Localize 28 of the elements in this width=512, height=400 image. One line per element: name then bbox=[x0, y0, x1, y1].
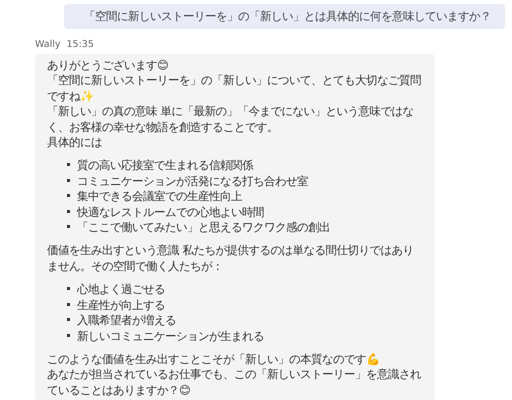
bullet-icon bbox=[67, 318, 70, 322]
bullet-icon bbox=[67, 163, 70, 166]
sender-name: Wally bbox=[35, 39, 61, 51]
list-item: 快適なレストルームでの心地よい時間 bbox=[77, 204, 264, 220]
bullet-icon bbox=[67, 210, 70, 213]
message-text: 「空間に新しいストーリーを」の「新しい」について、とても大切なご質問ですね✨ bbox=[47, 73, 421, 104]
list-item: 入職希望者が増える bbox=[77, 313, 176, 328]
list-item: 集中できる会議室での生産性向上 bbox=[77, 189, 242, 205]
user-message: 「空間に新しいストーリーを」の「新しい」とは具体的に何を意味していますか？ bbox=[64, 4, 505, 29]
list-item: 「ここで働いてみたい」と思えるワクワク感の創出 bbox=[77, 220, 330, 236]
message-text: このような価値を生み出すことこそが「新しい」の本質なのです💪 bbox=[47, 352, 381, 368]
bullet-icon bbox=[67, 334, 70, 336]
list-item: 生産性が向上する bbox=[77, 298, 165, 314]
bullet-icon bbox=[67, 225, 70, 228]
list-item: コミュニケーションが活発になる打ち合わせ室 bbox=[77, 174, 308, 190]
list-item: 質の高い応接室で生まれる信頼関係 bbox=[77, 158, 253, 174]
bullet-icon bbox=[67, 302, 70, 306]
list-item: 新しいコミュニケーションが生まれる bbox=[77, 328, 264, 344]
list-item: 心地よく過ごせる bbox=[77, 282, 165, 298]
message-time: 15:35 bbox=[66, 39, 94, 51]
message-text: ありがとうございます😊 bbox=[47, 58, 170, 74]
message-text: 「新しい」の真の意味 単に「最新の」「今までにない」という意味ではなく、お客様の幸せな物語を創造することです。 bbox=[47, 104, 415, 136]
bullet-icon bbox=[67, 287, 70, 290]
message-text: あなたが担当されているお仕事でも、この「新しいストーリー」を意識されていることはありますか？😊 bbox=[47, 367, 421, 398]
bullet-icon bbox=[67, 194, 70, 198]
message-text: 具体的には bbox=[47, 135, 103, 150]
message-text: 価値を生み出すという意識 私たちが提供するのは単なる間仕切りではありません。その空間で働く人たちが： bbox=[47, 243, 415, 274]
bullet-icon bbox=[67, 178, 70, 182]
